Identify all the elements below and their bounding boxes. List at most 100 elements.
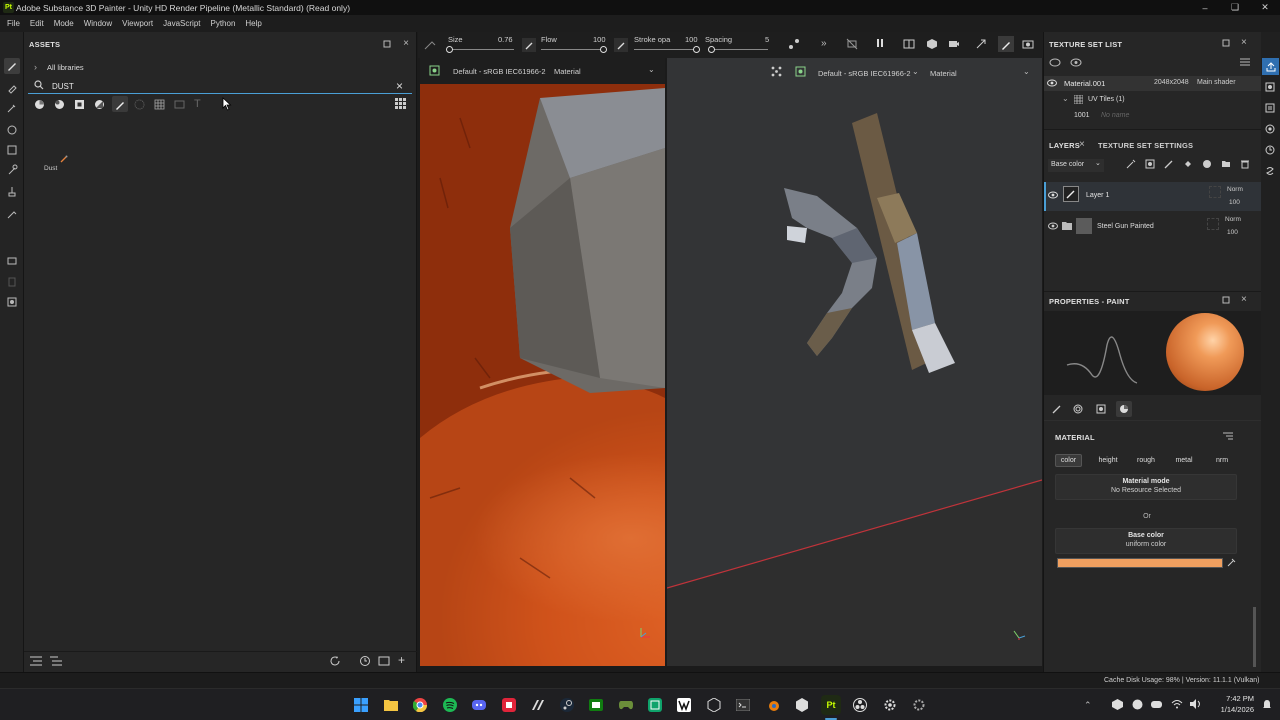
delete-layer-icon[interactable] — [1240, 159, 1250, 169]
material-menu-icon[interactable] — [1223, 432, 1233, 440]
display-settings-icon[interactable] — [1265, 82, 1275, 92]
hide-uv-icon[interactable] — [846, 38, 858, 50]
paint-mode-icon[interactable] — [998, 36, 1014, 52]
chevron-down-icon[interactable]: ⌄ — [648, 65, 655, 74]
uv-tiles-label[interactable]: UV Tiles (1) — [1088, 96, 1125, 103]
blender-icon[interactable] — [763, 695, 783, 715]
clone-tool[interactable] — [4, 162, 20, 178]
layer-stack-icon[interactable] — [1265, 103, 1275, 113]
close-texture-set-icon[interactable]: × — [1241, 37, 1247, 48]
filter-texture-icon[interactable] — [154, 99, 165, 110]
chrome-icon[interactable] — [410, 695, 430, 715]
stroke-opacity-slider-track[interactable] — [634, 49, 696, 50]
menu-icon[interactable] — [1240, 58, 1250, 66]
flow-value[interactable]: 100 — [593, 35, 606, 44]
new-folder-icon[interactable] — [378, 655, 390, 667]
size-value[interactable]: 0.76 — [498, 35, 513, 44]
channel-height-button[interactable]: height — [1092, 454, 1124, 467]
chevron-down-icon[interactable]: ⌄ — [912, 67, 919, 76]
close-properties-icon[interactable]: × — [1241, 294, 1247, 305]
filter-smart-mask-icon[interactable] — [94, 99, 105, 110]
channel-nrm-button[interactable]: nrm — [1207, 454, 1237, 467]
maximize-button[interactable]: ❏ — [1220, 0, 1250, 15]
symmetry-icon[interactable] — [788, 38, 800, 50]
tab-layers[interactable]: LAYERS — [1049, 141, 1080, 150]
add-smart-material-icon[interactable] — [1202, 159, 1212, 169]
filter-particles-icon[interactable] — [134, 99, 145, 110]
menu-mode[interactable]: Mode — [49, 19, 79, 28]
export-tool[interactable] — [4, 294, 20, 310]
capcut-icon[interactable] — [528, 695, 548, 715]
steam-icon[interactable] — [557, 695, 577, 715]
search-input[interactable] — [52, 80, 352, 92]
share-icon[interactable] — [1262, 58, 1279, 75]
flow-pen-pressure-icon[interactable] — [614, 38, 628, 52]
float-panel-icon[interactable] — [1222, 296, 1230, 304]
render-icon[interactable] — [975, 38, 987, 50]
projection-tool[interactable] — [4, 100, 20, 116]
add-paint-layer-icon[interactable] — [1164, 159, 1174, 169]
close-window-button[interactable]: ✕ — [1250, 0, 1280, 15]
stroke-opacity-value[interactable]: 100 — [685, 35, 698, 44]
filter-mask-icon[interactable] — [74, 99, 85, 110]
colorspace-2d[interactable]: Default - sRGB IEC61966-2 — [453, 67, 546, 76]
list-view-icon[interactable] — [30, 656, 42, 666]
minimize-button[interactable]: – — [1190, 0, 1220, 15]
viewport-3d[interactable]: Default - sRGB IEC61966-2 ⌄ Material ⌄ — [667, 58, 1042, 666]
fill-tool[interactable] — [4, 184, 20, 200]
chevron-down-icon[interactable]: ⌄ — [1023, 67, 1030, 76]
settings-gear-icon[interactable] — [880, 695, 900, 715]
channel-metal-button[interactable]: metal — [1169, 454, 1199, 467]
eye-icon[interactable] — [1048, 222, 1058, 230]
unity-hub-icon[interactable] — [704, 695, 724, 715]
split-view-icon[interactable] — [903, 38, 915, 50]
uv-tile-name[interactable]: No name — [1101, 112, 1129, 119]
stroke-opacity-slider-handle[interactable] — [693, 46, 700, 53]
menu-python[interactable]: Python — [206, 19, 241, 28]
refresh-icon[interactable] — [329, 655, 341, 667]
bake-tool[interactable] — [4, 252, 20, 268]
menu-javascript[interactable]: JavaScript — [158, 19, 205, 28]
substance-painter-taskbar-icon[interactable]: Pt — [821, 695, 841, 715]
filter-brush-icon[interactable] — [112, 96, 128, 112]
flow-slider-track[interactable] — [541, 49, 603, 50]
add-icon[interactable]: + — [398, 653, 405, 667]
colorspace-3d[interactable]: Default - sRGB IEC61966-2 — [818, 69, 911, 78]
add-mask-icon[interactable] — [1145, 159, 1155, 169]
properties-scrollbar[interactable] — [1253, 607, 1256, 667]
material-settings-icon[interactable] — [1116, 401, 1132, 417]
eye-icon[interactable] — [1047, 79, 1057, 87]
isolate-icon[interactable] — [1049, 58, 1061, 67]
channel-rough-button[interactable]: rough — [1131, 454, 1161, 467]
history-icon[interactable] — [359, 655, 371, 667]
menu-help[interactable]: Help — [240, 19, 266, 28]
layer-blend-mode[interactable]: Norm — [1227, 186, 1243, 193]
tree-view-icon[interactable] — [50, 656, 62, 666]
wifi-icon[interactable] — [1171, 699, 1183, 709]
size-slider-track[interactable] — [448, 49, 514, 50]
size-slider-handle[interactable] — [446, 46, 454, 53]
channel-select-3d[interactable]: Material — [930, 69, 957, 78]
float-panel-icon[interactable] — [1222, 39, 1230, 47]
tab-texture-set-settings[interactable]: TEXTURE SET SETTINGS — [1098, 141, 1193, 150]
spacing-value[interactable]: 5 — [765, 35, 769, 44]
discord-icon[interactable] — [469, 695, 489, 715]
float-panel-icon[interactable] — [382, 39, 392, 49]
app-settings-icon[interactable] — [909, 695, 929, 715]
menu-edit[interactable]: Edit — [25, 19, 49, 28]
chevron-right-icon[interactable]: › — [34, 62, 37, 72]
lazy-mouse-icon[interactable] — [424, 38, 436, 50]
chevron-down-icon[interactable]: ⌄ — [1062, 94, 1069, 103]
channel-color-button[interactable]: color — [1055, 454, 1082, 467]
xbox-app-icon[interactable] — [586, 695, 606, 715]
tray-discord-icon[interactable] — [1151, 699, 1162, 710]
menu-window[interactable]: Window — [79, 19, 117, 28]
spacing-slider-handle[interactable] — [708, 46, 715, 53]
layer-row-active[interactable]: Layer 1 Norm 100 — [1044, 182, 1262, 211]
add-effect-icon[interactable] — [1126, 159, 1136, 169]
asset-thumbnail-dust[interactable]: Dust — [34, 148, 70, 180]
green-app-icon[interactable] — [645, 695, 665, 715]
notifications-icon[interactable] — [1262, 699, 1272, 710]
paint-brush-tool[interactable] — [4, 58, 20, 74]
channel-select[interactable]: Base color ⌄ — [1048, 159, 1104, 172]
